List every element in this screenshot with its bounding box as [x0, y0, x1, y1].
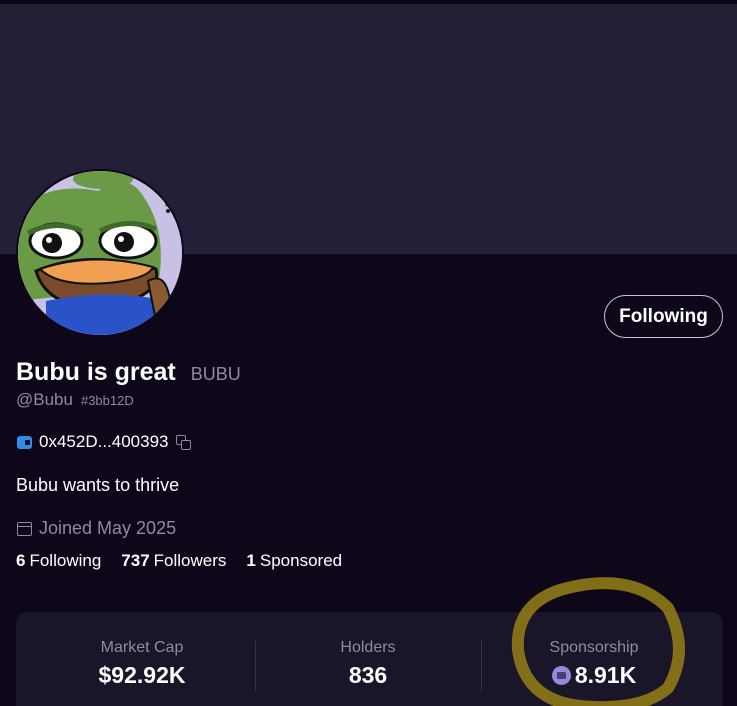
following-number: 6	[16, 551, 26, 570]
profile-page: Following Bubu is great BUBU @Bubu #3bb1…	[0, 0, 737, 706]
calendar-icon	[17, 521, 32, 536]
token-ticker: BUBU	[190, 364, 241, 384]
following-label: Following	[29, 551, 102, 570]
profile-name-row: Bubu is great BUBU	[16, 358, 241, 387]
social-stats: 6 Following 737 Followers 1 Sponsored	[16, 551, 362, 571]
holders-value: 836	[348, 662, 388, 688]
following-count[interactable]: 6 Following	[16, 551, 101, 571]
profile-name: Bubu is great	[16, 358, 176, 386]
joined-date: Joined May 2025	[39, 518, 177, 538]
wallet-address: 0x452D...400393	[39, 432, 169, 451]
profile-hex-id: #3bb12D	[80, 393, 134, 408]
followers-label: Followers	[153, 551, 227, 570]
followers-number: 737	[121, 551, 150, 570]
sponsorship-value: 8.91K	[574, 662, 637, 688]
pepe-frog-avatar-icon	[18, 171, 182, 335]
holders-label: Holders	[340, 639, 396, 656]
token-metrics-card: Market Cap $92.92K Holders 836 Sponsorsh…	[16, 612, 723, 706]
handle-row: @Bubu #3bb12D	[16, 390, 134, 410]
profile-handle: @Bubu	[16, 390, 73, 409]
avatar[interactable]	[16, 169, 184, 337]
market-cap-metric: Market Cap $92.92K	[52, 639, 232, 689]
joined-row: Joined May 2025	[17, 518, 176, 539]
sponsorship-value-row: 8.91K	[504, 662, 684, 689]
sponsored-count[interactable]: 1 Sponsored	[246, 551, 342, 571]
metric-divider	[481, 641, 482, 691]
metric-divider	[255, 641, 256, 691]
sponsorship-metric: Sponsorship 8.91K	[504, 639, 684, 689]
market-cap-label: Market Cap	[100, 639, 184, 656]
wallet-row: 0x452D...400393	[17, 432, 191, 452]
market-cap-value: $92.92K	[98, 662, 186, 688]
sponsorship-token-icon	[551, 666, 571, 685]
following-button[interactable]: Following	[604, 295, 723, 338]
profile-bio: Bubu wants to thrive	[16, 475, 180, 495]
followers-count[interactable]: 737 Followers	[121, 551, 226, 571]
holders-metric: Holders 836	[278, 639, 458, 689]
sponsored-number: 1	[246, 551, 256, 570]
sponsored-label: Sponsored	[259, 551, 343, 570]
sponsorship-label: Sponsorship	[549, 639, 639, 656]
wallet-icon	[17, 435, 32, 449]
copy-icon[interactable]	[175, 435, 191, 450]
